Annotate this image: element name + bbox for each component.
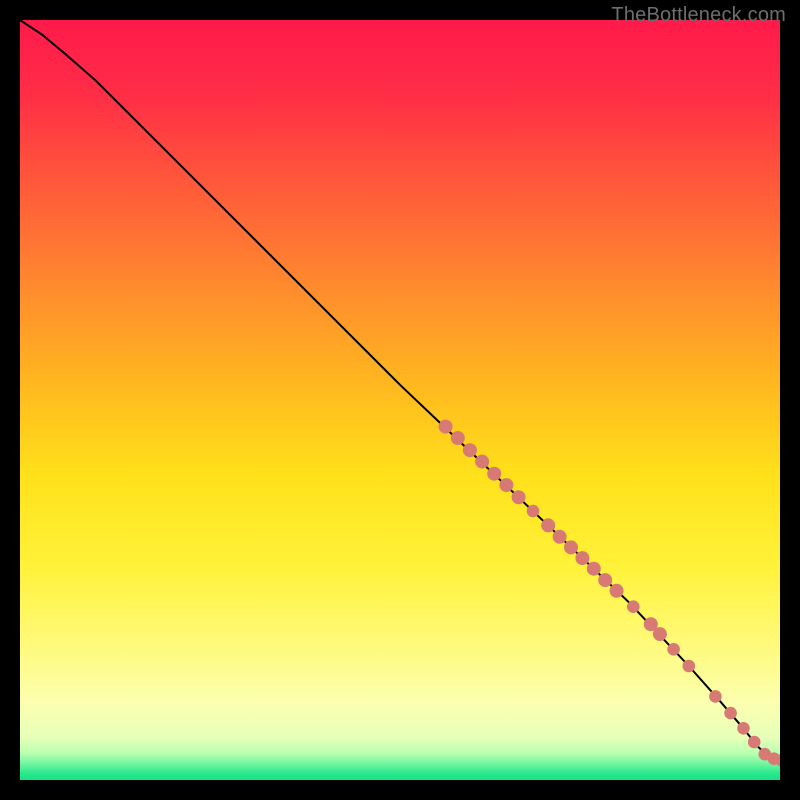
data-marker [553, 530, 567, 544]
data-marker [475, 455, 489, 469]
data-marker [527, 505, 540, 518]
data-marker [499, 478, 513, 492]
data-marker [627, 600, 640, 613]
data-marker [451, 431, 465, 445]
plot-svg [20, 20, 780, 780]
data-marker [709, 690, 722, 703]
chart-stage: TheBottleneck.com [0, 0, 800, 800]
gradient-background [20, 20, 780, 780]
data-marker [610, 584, 624, 598]
data-marker [541, 518, 555, 532]
data-marker [724, 707, 737, 720]
data-marker [748, 736, 761, 749]
data-marker [512, 490, 526, 504]
data-marker [575, 551, 589, 565]
watermark-label: TheBottleneck.com [611, 4, 786, 27]
data-marker [667, 643, 680, 656]
data-marker [737, 722, 750, 735]
data-marker [653, 627, 667, 641]
data-marker [463, 443, 477, 457]
data-marker [587, 562, 601, 576]
data-marker [683, 660, 696, 673]
data-marker [564, 540, 578, 554]
data-marker [439, 420, 453, 434]
data-marker [487, 467, 501, 481]
plot-area [20, 20, 780, 780]
data-marker [598, 573, 612, 587]
